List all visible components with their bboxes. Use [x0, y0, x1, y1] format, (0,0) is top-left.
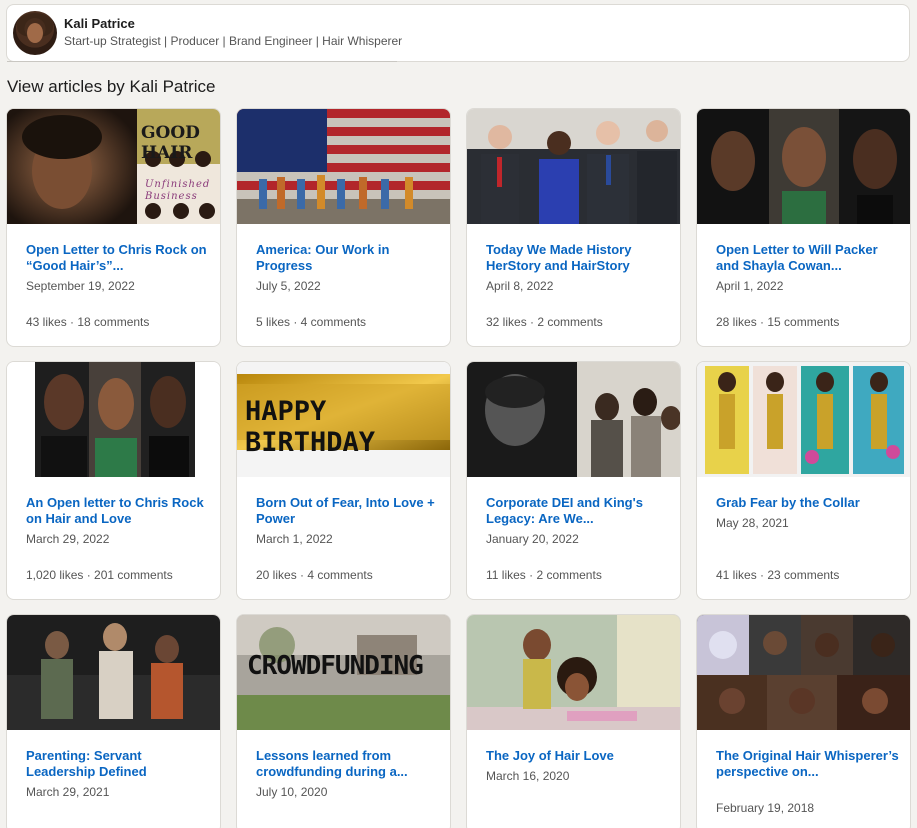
article-title[interactable]: Open Letter to Will Packer and Shayla Co… [716, 242, 901, 274]
avatar[interactable] [13, 11, 57, 55]
article-date: March 1, 2022 [256, 532, 333, 546]
article-stats[interactable]: 20 likes · 4 comments [256, 568, 373, 582]
thumbnail-title-text: GOOD HAIR [141, 123, 200, 163]
article-thumbnail[interactable] [467, 109, 680, 224]
article-card[interactable]: Today We Made History HerStory and HairS… [466, 108, 681, 347]
article-thumbnail[interactable] [697, 109, 910, 224]
article-title[interactable]: America: Our Work in Progress [256, 242, 441, 274]
article-thumbnail[interactable]: CROWDFUNDING [237, 615, 450, 730]
article-date: April 1, 2022 [716, 279, 784, 293]
article-stats[interactable]: 28 likes · 15 comments [716, 315, 839, 329]
article-stats[interactable]: 5 likes · 4 comments [256, 315, 366, 329]
article-date: February 19, 2018 [716, 801, 815, 815]
article-thumbnail[interactable] [697, 362, 910, 477]
articles-grid: GOOD HAIR Unfinished Business Open Lette… [6, 108, 911, 600]
article-title[interactable]: Parenting: Servant Leadership Defined [26, 748, 211, 780]
article-card[interactable]: GOOD HAIR Unfinished Business Open Lette… [6, 108, 221, 347]
avatar-face [27, 23, 43, 43]
article-image [697, 362, 910, 477]
article-title[interactable]: Born Out of Fear, Into Love + Power [256, 495, 441, 527]
article-title[interactable]: An Open letter to Chris Rock on Hair and… [26, 495, 211, 527]
article-thumbnail[interactable] [467, 615, 680, 730]
article-thumbnail[interactable]: GOOD HAIR Unfinished Business [7, 109, 220, 224]
article-thumbnail[interactable] [237, 109, 450, 224]
article-image [7, 615, 220, 730]
article-title[interactable]: Corporate DEI and King's Legacy: Are We.… [486, 495, 671, 527]
article-date: July 10, 2020 [256, 785, 328, 799]
article-date: April 8, 2022 [486, 279, 554, 293]
article-image [467, 109, 680, 224]
thumbnail-title-text: HAPPY BIRTHDAY [245, 396, 376, 458]
article-card[interactable]: The Original Hair Whisperer’s perspectiv… [696, 614, 911, 828]
article-image [7, 362, 220, 477]
article-stats[interactable]: 41 likes · 23 comments [716, 568, 839, 582]
article-date: May 28, 2021 [716, 516, 789, 530]
article-title[interactable]: Grab Fear by the Collar [716, 495, 901, 511]
article-stats[interactable]: 43 likes · 18 comments [26, 315, 149, 329]
article-image [697, 615, 910, 730]
article-thumbnail[interactable] [7, 362, 220, 477]
article-title[interactable]: Lessons learned from crowdfunding during… [256, 748, 441, 780]
article-title[interactable]: The Original Hair Whisperer’s perspectiv… [716, 748, 901, 780]
article-thumbnail[interactable] [697, 615, 910, 730]
article-thumbnail[interactable] [467, 362, 680, 477]
article-stats[interactable]: 32 likes · 2 comments [486, 315, 603, 329]
article-date: July 5, 2022 [256, 279, 321, 293]
article-title[interactable]: Today We Made History HerStory and HairS… [486, 242, 671, 274]
profile-card[interactable]: Kali Patrice Start-up Strategist | Produ… [6, 4, 910, 62]
article-thumbnail[interactable] [7, 615, 220, 730]
article-card[interactable]: CROWDFUNDING Lessons learned from crowdf… [236, 614, 451, 828]
article-card[interactable]: An Open letter to Chris Rock on Hair and… [6, 361, 221, 600]
article-date: March 29, 2021 [26, 785, 110, 799]
article-date: March 29, 2022 [26, 532, 110, 546]
article-thumbnail[interactable]: HAPPY BIRTHDAY [237, 362, 450, 477]
article-stats[interactable]: 1,020 likes · 201 comments [26, 568, 173, 582]
article-card[interactable]: The Joy of Hair Love March 16, 2020 [466, 614, 681, 828]
thumbnail-subtitle-text: Unfinished Business [145, 179, 211, 202]
article-card[interactable]: Parenting: Servant Leadership Defined Ma… [6, 614, 221, 828]
profile-name[interactable]: Kali Patrice [64, 16, 135, 31]
article-date: March 16, 2020 [486, 769, 570, 783]
articles-grid-row-3: Parenting: Servant Leadership Defined Ma… [6, 614, 911, 828]
section-title: View articles by Kali Patrice [7, 77, 216, 96]
article-card[interactable]: Open Letter to Will Packer and Shayla Co… [696, 108, 911, 347]
divider [7, 61, 397, 62]
article-title[interactable]: The Joy of Hair Love [486, 748, 671, 764]
article-image [697, 109, 910, 224]
article-date: September 19, 2022 [26, 279, 135, 293]
article-card[interactable]: Grab Fear by the Collar May 28, 2021 41 … [696, 361, 911, 600]
thumbnail-title-text: CROWDFUNDING [247, 651, 424, 681]
article-image [237, 109, 450, 224]
article-date: January 20, 2022 [486, 532, 579, 546]
article-card[interactable]: America: Our Work in Progress July 5, 20… [236, 108, 451, 347]
profile-headline: Start-up Strategist | Producer | Brand E… [64, 34, 403, 48]
article-card[interactable]: Corporate DEI and King's Legacy: Are We.… [466, 361, 681, 600]
article-stats[interactable]: 11 likes · 2 comments [486, 568, 602, 582]
article-card[interactable]: HAPPY BIRTHDAY Born Out of Fear, Into Lo… [236, 361, 451, 600]
article-image [467, 615, 680, 730]
article-title[interactable]: Open Letter to Chris Rock on “Good Hair’… [26, 242, 211, 274]
article-image [467, 362, 680, 477]
